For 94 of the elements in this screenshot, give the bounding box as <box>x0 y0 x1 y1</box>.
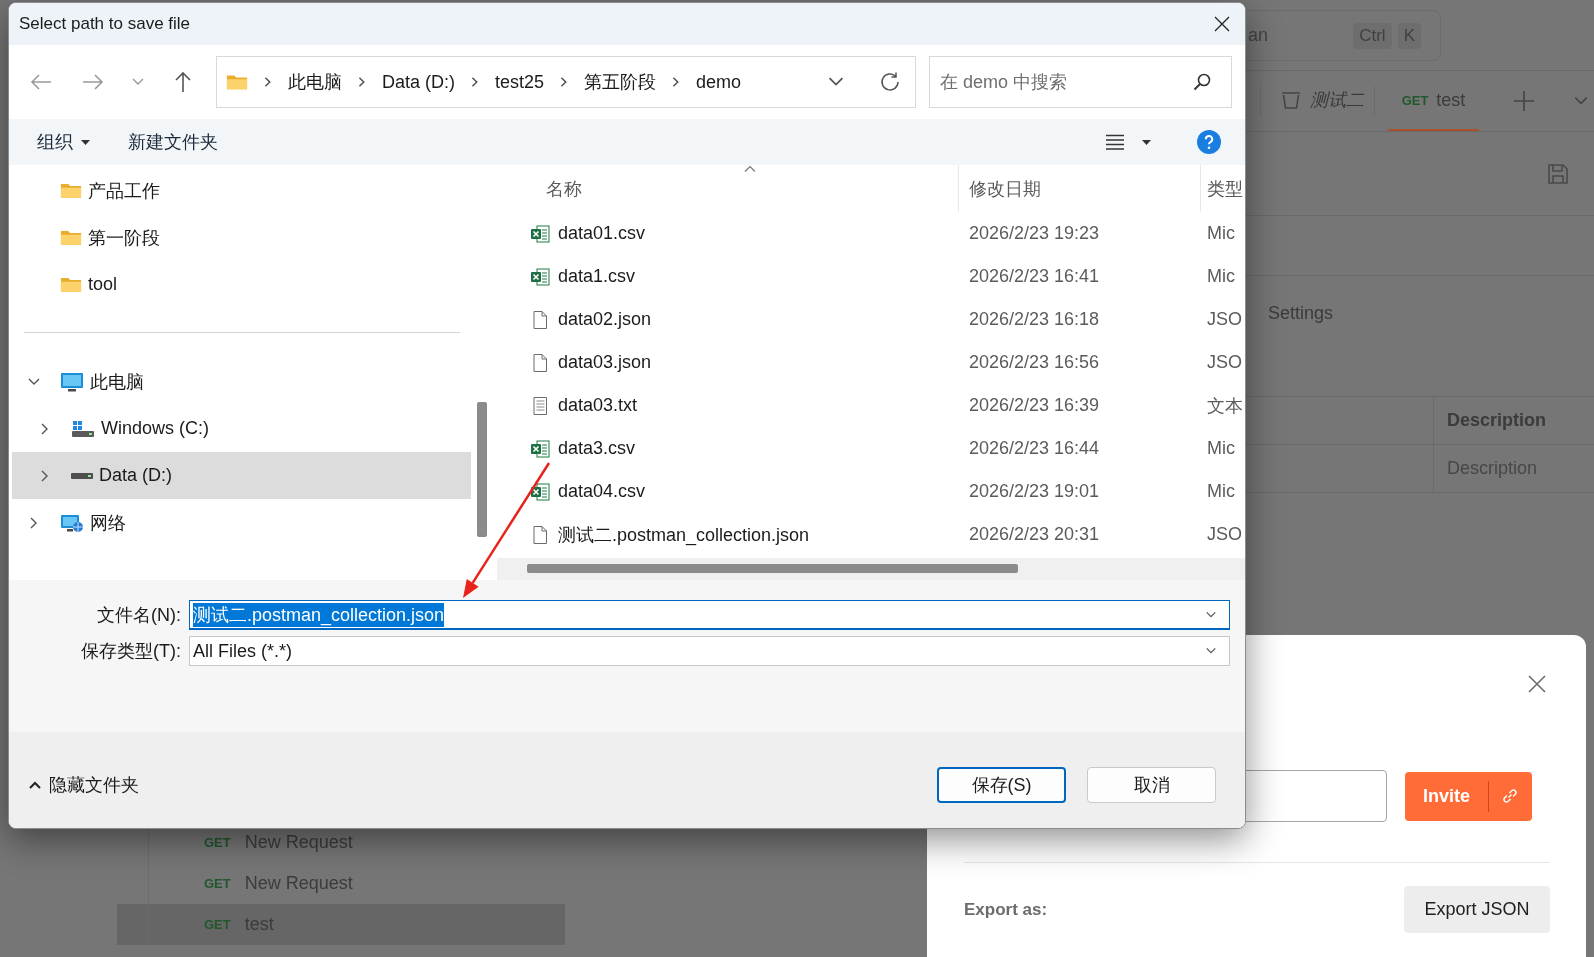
tree-item[interactable]: Windows (C:) <box>12 405 471 452</box>
file-name: data01.csv <box>558 223 646 244</box>
monitor-icon <box>60 370 84 393</box>
date-cell-text: 2026/2/23 16:18 <box>968 308 1101 331</box>
tree-item[interactable]: Data (D:) <box>12 452 471 499</box>
file-row[interactable]: data03.json 2026/2/23 16:56 JSO <box>497 341 1245 384</box>
file-name-value: 测试二.postman_collection.json <box>193 602 445 627</box>
breadcrumb-item[interactable]: Data (D:) <box>382 71 455 93</box>
new-folder-button[interactable]: 新建文件夹 <box>128 130 218 154</box>
type-cell-text: JSO <box>1206 351 1243 374</box>
spreadsheet-icon <box>530 266 550 287</box>
file-row[interactable]: data01.csv 2026/2/23 19:23 Mic <box>497 212 1245 255</box>
file-name: data1.csv <box>558 266 636 287</box>
sort-caret-icon <box>743 165 756 172</box>
folder-icon <box>60 275 82 294</box>
column-header[interactable]: 类型 <box>1201 165 1245 212</box>
search-icon <box>1193 73 1211 91</box>
column-header[interactable]: 名称 <box>497 165 959 212</box>
spreadsheet-icon <box>530 223 550 244</box>
document-icon <box>530 524 550 545</box>
date-cell-text: 2026/2/23 19:01 <box>968 480 1101 503</box>
file-name: data3.csv <box>558 438 636 459</box>
method-label: GET <box>204 835 231 850</box>
tree-item[interactable]: 网络 <box>12 499 471 546</box>
date-cell-text: 2026/2/23 16:56 <box>968 351 1101 374</box>
type-cell-text: Mic <box>1206 437 1236 460</box>
file-row[interactable]: data03.txt 2026/2/23 16:39 文本 <box>497 384 1245 427</box>
type-cell-text: 文本 <box>1206 394 1244 418</box>
type-cell-text: Mic <box>1206 480 1236 503</box>
field-label: 保存类型(T): <box>80 640 182 663</box>
column-header: Description <box>1446 409 1547 432</box>
breadcrumb-item[interactable]: test25 <box>495 71 545 93</box>
scrollbar-thumb[interactable] <box>527 564 1018 573</box>
column-header[interactable]: 修改日期 <box>959 165 1201 212</box>
type-cell-text: JSO <box>1206 523 1243 546</box>
close-icon[interactable] <box>1527 674 1547 694</box>
method-label: GET <box>204 876 231 891</box>
type-cell-text: JSO <box>1206 308 1243 331</box>
file-name-field[interactable]: 测试二.postman_collection.json <box>189 600 1230 630</box>
file-row[interactable]: data04.csv 2026/2/23 19:01 Mic <box>497 470 1245 513</box>
document-icon <box>530 309 550 330</box>
caret-up-icon <box>29 781 41 789</box>
help-icon[interactable] <box>1197 130 1221 154</box>
document-icon <box>530 352 550 373</box>
export-label: Export as: <box>964 899 1048 920</box>
caret-down-icon[interactable] <box>1142 139 1151 145</box>
date-cell-text: 2026/2/23 16:41 <box>968 265 1101 288</box>
breadcrumb-item[interactable]: 此电脑 <box>288 70 342 94</box>
folder-item[interactable]: 第一阶段 <box>12 214 471 261</box>
field-label: 文件名(N): <box>96 604 182 627</box>
organize-menu[interactable]: 组织 <box>37 130 90 154</box>
date-cell-text: 2026/2/23 16:44 <box>968 437 1101 460</box>
caret-down-icon <box>81 139 90 145</box>
folder-item[interactable]: 产品工作 <box>12 167 471 214</box>
tree-item[interactable]: 此电脑 <box>12 358 471 405</box>
bucket-icon <box>1280 89 1302 111</box>
link-icon <box>1501 787 1519 805</box>
file-name: data04.csv <box>558 481 646 502</box>
export-json-button[interactable]: Export JSON <box>1404 886 1550 933</box>
refresh-icon[interactable] <box>879 71 901 93</box>
method-label: GET <box>204 917 231 932</box>
list-view-icon[interactable] <box>1106 134 1124 150</box>
breadcrumb-item[interactable]: 第五阶段 <box>584 70 657 94</box>
hide-folders-toggle[interactable]: 隐藏文件夹 <box>23 767 145 803</box>
text-document-icon <box>530 395 550 416</box>
folder-icon <box>60 228 82 247</box>
spreadsheet-icon <box>530 438 550 459</box>
search-field[interactable]: 在 demo 中搜索 <box>929 56 1232 108</box>
address-bar[interactable]: 此电脑 Data (D:) test25 第五阶段 demo <box>216 56 916 108</box>
type-cell-text: Mic <box>1206 222 1236 245</box>
cancel-button[interactable]: 取消 <box>1087 767 1216 803</box>
date-cell-text: 2026/2/23 19:23 <box>968 222 1101 245</box>
scrollbar-thumb[interactable] <box>477 402 487 537</box>
window-title: Select path to save file <box>19 14 191 34</box>
file-name: data03.json <box>558 352 652 373</box>
date-cell-text: 2026/2/23 20:31 <box>968 523 1101 546</box>
spreadsheet-icon <box>530 481 550 502</box>
file-row[interactable]: data02.json 2026/2/23 16:18 JSO <box>497 298 1245 341</box>
date-cell-text: 2026/2/23 16:39 <box>968 394 1101 417</box>
save-button[interactable]: 保存(S) <box>937 767 1066 803</box>
type-cell-text: Mic <box>1206 265 1236 288</box>
folder-item[interactable]: tool <box>12 261 471 308</box>
file-row[interactable]: 测试二.postman_collection.json 2026/2/23 20:31 JSO <box>497 513 1245 556</box>
file-name: data03.txt <box>558 395 638 416</box>
folder-icon <box>60 181 82 200</box>
file-row[interactable]: data3.csv 2026/2/23 16:44 Mic <box>497 427 1245 470</box>
hard-drive-icon <box>71 472 93 479</box>
file-name: data02.json <box>558 309 652 330</box>
breadcrumb-item[interactable]: demo <box>696 71 742 93</box>
method-label: GET <box>1401 92 1429 108</box>
file-type-dropdown[interactable]: All Files (*.*) <box>189 636 1230 666</box>
close-icon <box>1213 15 1231 33</box>
file-name: 测试二.postman_collection.json <box>558 523 810 547</box>
file-row[interactable]: data1.csv 2026/2/23 16:41 Mic <box>497 255 1245 298</box>
